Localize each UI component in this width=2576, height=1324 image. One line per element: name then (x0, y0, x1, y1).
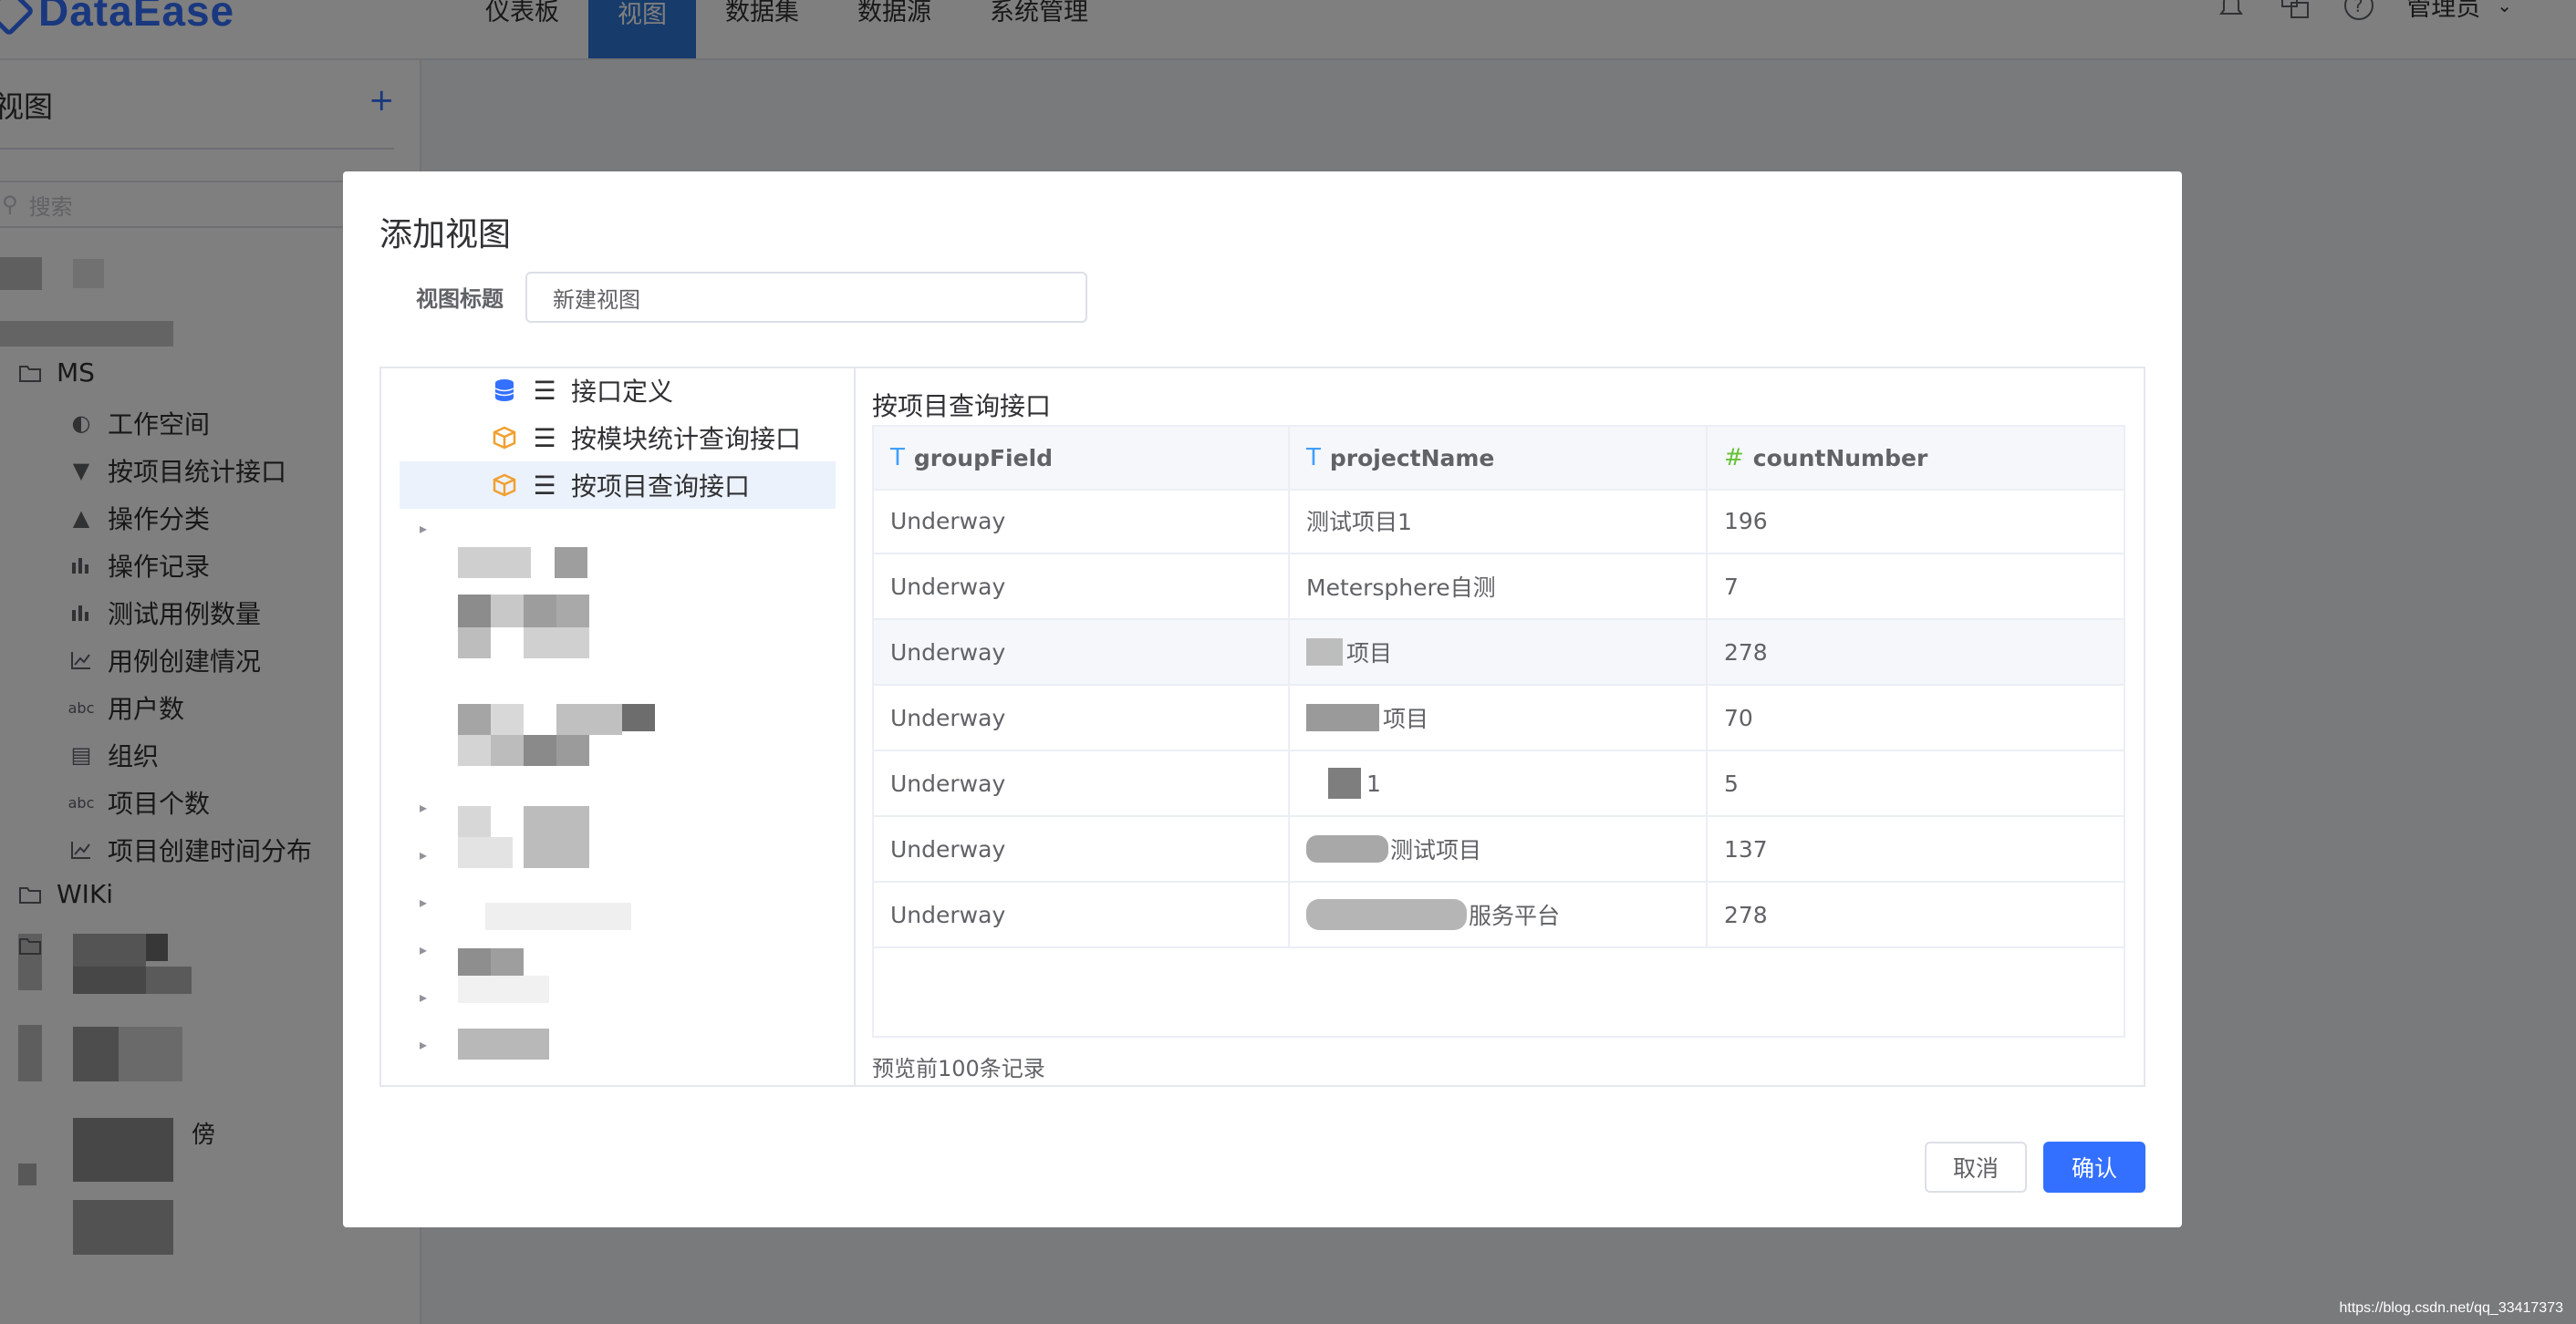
table-cell: Underway (874, 883, 1290, 946)
number-type-icon: # (1724, 444, 1744, 471)
caret-right-icon[interactable]: ▸ (420, 988, 427, 1006)
column-name: projectName (1329, 444, 1495, 471)
cell-text: 服务平台 (1469, 903, 1561, 929)
column-name: groupField (913, 444, 1054, 471)
dataset-label: 按模块统计查询接口 (571, 424, 802, 454)
dataset-panel: ☰ 接口定义 ☰ 按模块统计查询接口 ☰ 按项目查询接口 ▸ ▸ ▸ ▸ ▸ ▸… (379, 367, 2145, 1087)
redacted-block (1328, 768, 1361, 799)
table-cell: Underway (874, 620, 1290, 684)
table-cell: 测试项目1 (1290, 489, 1708, 553)
sliders-icon: ☰ (533, 375, 556, 406)
table-row[interactable]: Underway 项目 278 (874, 620, 2124, 686)
cancel-button[interactable]: 取消 (1925, 1142, 2027, 1193)
table-cell: Underway (874, 751, 1290, 815)
table-header: T groupField T projectName # countNumber (874, 427, 2124, 491)
table-cell: Underway (874, 489, 1290, 553)
table-cell: 项目 (1290, 686, 1708, 750)
cube-icon (491, 471, 518, 499)
table-cell: 5 (1724, 770, 1739, 797)
redacted-block (1306, 899, 1467, 930)
table-cell: 137 (1724, 835, 1768, 863)
table-cell: 项目 (1290, 620, 1708, 684)
preview-table-name: 按项目查询接口 (872, 391, 1052, 421)
data-preview: 按项目查询接口 T groupField T projectName # cou… (854, 368, 2144, 1085)
caret-right-icon[interactable]: ▸ (420, 846, 427, 864)
cell-text: 1 (1366, 770, 1381, 797)
column-header[interactable]: T groupField (874, 427, 1290, 489)
watermark: https://blog.csdn.net/qq_33417373 (2339, 1300, 2563, 1316)
dataset-label: 接口定义 (571, 377, 674, 407)
dataset-item-project-query[interactable]: ☰ 按项目查询接口 (400, 461, 836, 509)
text-type-icon: T (890, 444, 905, 471)
confirm-button[interactable]: 确认 (2043, 1142, 2145, 1193)
column-name: countNumber (1752, 444, 1928, 471)
sliders-icon: ☰ (533, 470, 556, 501)
table-cell: Underway (874, 817, 1290, 881)
table-cell: 278 (1724, 901, 1768, 928)
preview-table: T groupField T projectName # countNumber… (872, 425, 2125, 1038)
redacted-block (1306, 835, 1388, 863)
database-icon (491, 377, 518, 404)
cube-icon (491, 424, 518, 451)
table-cell: 测试项目 (1290, 817, 1708, 881)
table-cell: Metersphere自测 (1290, 554, 1708, 618)
caret-right-icon[interactable]: ▸ (420, 941, 427, 958)
text-type-icon: T (1306, 444, 1321, 471)
dataset-label: 按项目查询接口 (571, 471, 751, 502)
dataset-item-module-stats[interactable]: ☰ 按模块统计查询接口 (381, 414, 854, 461)
view-title-label: 视图标题 (416, 286, 504, 312)
dataset-tree: ☰ 接口定义 ☰ 按模块统计查询接口 ☰ 按项目查询接口 ▸ ▸ ▸ ▸ ▸ ▸… (381, 368, 856, 1085)
table-cell: 196 (1724, 507, 1768, 534)
sliders-icon: ☰ (533, 422, 556, 453)
column-header[interactable]: T projectName (1290, 427, 1708, 489)
caret-right-icon[interactable]: ▸ (420, 799, 427, 816)
table-row[interactable]: Underway 服务平台 278 (874, 883, 2124, 948)
view-title-input[interactable] (525, 272, 1087, 323)
dialog-title: 添加视图 (379, 216, 512, 253)
table-cell: 70 (1724, 704, 1753, 731)
redacted-block (1306, 704, 1379, 731)
caret-right-icon[interactable]: ▸ (420, 894, 427, 911)
table-cell: 7 (1724, 573, 1739, 600)
table-cell: 278 (1724, 638, 1768, 666)
table-row[interactable]: Underway 测试项目 137 (874, 817, 2124, 883)
table-row[interactable]: Underway 1 5 (874, 751, 2124, 817)
table-cell: Underway (874, 686, 1290, 750)
cell-text: 项目 (1346, 640, 1393, 667)
table-row[interactable]: Underway 项目 70 (874, 686, 2124, 751)
table-cell: 服务平台 (1290, 883, 1708, 946)
add-view-dialog: 添加视图 视图标题 ☰ 接口定义 ☰ 按模块统计查询接口 (343, 171, 2182, 1227)
redacted-block (1306, 638, 1343, 666)
caret-right-icon[interactable]: ▸ (420, 1036, 427, 1053)
caret-right-icon[interactable]: ▸ (420, 520, 427, 537)
cell-text: 测试项目 (1390, 837, 1482, 864)
table-cell: Underway (874, 554, 1290, 618)
table-row[interactable]: Underway 测试项目1 196 (874, 489, 2124, 554)
table-row[interactable]: Underway Metersphere自测 7 (874, 554, 2124, 620)
cell-text: 项目 (1383, 706, 1429, 732)
dataset-item-interface-def[interactable]: ☰ 接口定义 (381, 368, 854, 414)
table-cell: 1 (1290, 751, 1708, 815)
preview-note: 预览前100条记录 (872, 1056, 1045, 1081)
column-header[interactable]: # countNumber (1708, 427, 2124, 489)
